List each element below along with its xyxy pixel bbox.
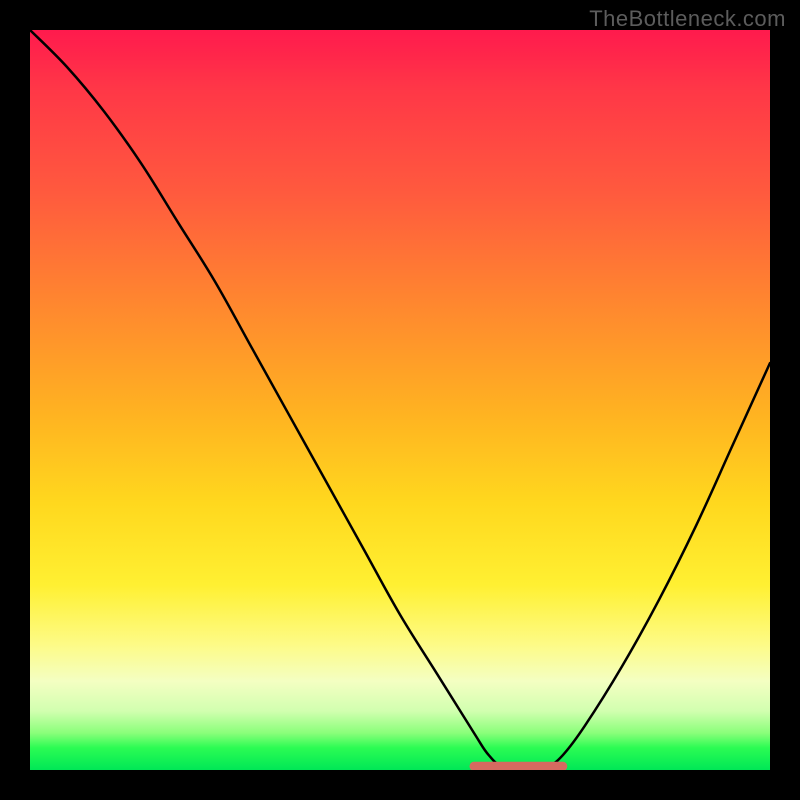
chart-frame: TheBottleneck.com (0, 0, 800, 800)
plot-area (30, 30, 770, 770)
curve-layer (30, 30, 770, 770)
watermark-text: TheBottleneck.com (589, 6, 786, 32)
bottleneck-curve-path (30, 30, 770, 767)
